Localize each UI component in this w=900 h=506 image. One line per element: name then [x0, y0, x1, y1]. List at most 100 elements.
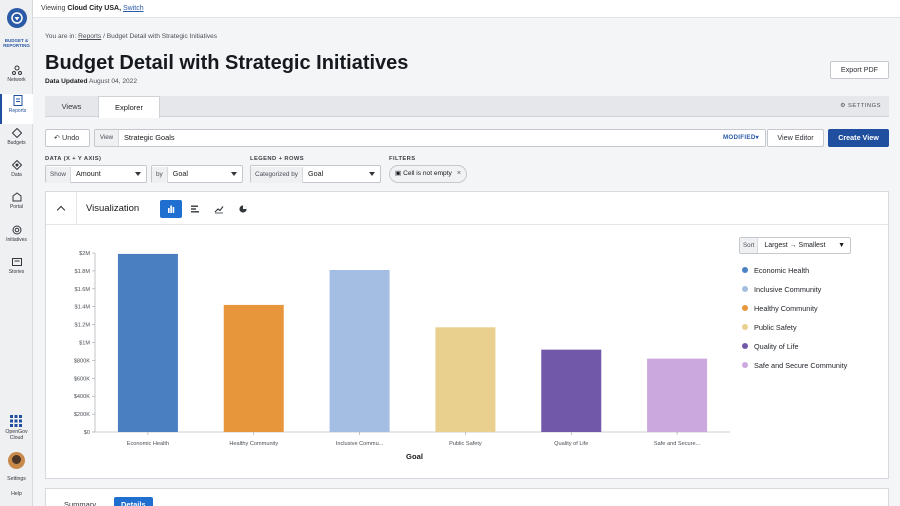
page-title: Budget Detail with Strategic Initiatives — [45, 52, 409, 74]
pie-chart-button[interactable] — [232, 200, 254, 218]
sidebar-item-network[interactable]: Network — [0, 64, 33, 94]
settings-link[interactable]: Settings — [0, 476, 33, 482]
legend-label: Healthy Community — [754, 304, 818, 313]
tab-summary[interactable]: Summary — [64, 497, 96, 506]
tab-explorer[interactable]: Explorer — [98, 96, 160, 118]
collapse-button[interactable] — [46, 192, 77, 225]
y-tick-label: $1.2M — [74, 323, 90, 329]
sort-select[interactable]: Sort Largest → Smallest ▼ — [739, 237, 851, 254]
y-tick-label: $800K — [74, 358, 90, 364]
undo-label: Undo — [62, 133, 80, 142]
by-label: by — [152, 167, 168, 183]
view-selector[interactable]: View Strategic Goals MODIFIED▾ — [94, 129, 766, 147]
table-panel: Summary Details — [45, 488, 889, 506]
visualization-header: Visualization — [46, 192, 888, 225]
undo-button[interactable]: ↶ Undo — [45, 129, 90, 147]
sidebar-item-data[interactable]: Data — [0, 159, 33, 189]
sidebar-item-portal[interactable]: Portal — [0, 191, 33, 221]
x-tick-label: Safe and Secure... — [654, 441, 701, 447]
legend-rows-label: LEGEND + ROWS — [250, 156, 304, 162]
show-select[interactable]: Show Amount — [45, 165, 147, 183]
modified-dropdown[interactable]: MODIFIED▾ — [723, 130, 759, 146]
data-icon — [11, 160, 22, 170]
legend-item[interactable]: Safe and Secure Community — [742, 361, 847, 370]
modified-label: MODIFIED — [722, 134, 756, 141]
sidebar-item-budgets[interactable]: Budgets — [0, 127, 33, 157]
legend-item[interactable]: Healthy Community — [742, 304, 818, 313]
bar-5 — [541, 349, 602, 432]
view-editor-button[interactable]: View Editor — [767, 129, 824, 147]
line-chart-button[interactable] — [208, 200, 230, 218]
opengov-logo-icon[interactable] — [7, 8, 27, 28]
filter-chip[interactable]: ▣ Cell is not empty × — [389, 165, 467, 183]
close-icon[interactable]: × — [457, 166, 461, 182]
tab-views[interactable]: Views — [45, 96, 98, 117]
sidebar-item-reports[interactable]: Reports — [0, 94, 33, 124]
horizontal-bar-icon — [191, 205, 199, 213]
legend-label: Public Safety — [754, 323, 797, 332]
stories-icon — [11, 258, 22, 266]
create-view-button[interactable]: Create View — [828, 129, 889, 147]
sidebar-item-label: Reports — [8, 108, 27, 114]
legend-swatch — [742, 267, 748, 273]
visualization-title: Visualization — [86, 203, 140, 214]
bar-chart-icon — [168, 205, 175, 213]
switch-entity-link[interactable]: Switch — [123, 5, 144, 12]
breadcrumb-separator: / — [103, 33, 105, 40]
viewing-prefix: Viewing — [41, 5, 66, 12]
entity-bar: Viewing Cloud City USA, Switch — [33, 0, 900, 18]
y-tick-label: $200K — [74, 412, 90, 418]
legend-item[interactable]: Economic Health — [742, 266, 809, 275]
bar-chart-button[interactable] — [160, 200, 182, 218]
y-tick-label: $600K — [74, 376, 90, 382]
opengov-cloud-label[interactable]: OpenGov Cloud — [0, 429, 33, 441]
sort-label: Sort — [740, 238, 759, 253]
undo-icon: ↶ — [54, 133, 61, 142]
legend-swatch — [742, 362, 748, 368]
chevron-down-icon — [369, 172, 375, 176]
data-axis-label: DATA (X + Y AXIS) — [45, 156, 102, 162]
legend-label: Inclusive Community — [754, 285, 822, 294]
categorized-label: Categorized by — [251, 167, 303, 183]
help-link[interactable]: Help — [0, 491, 33, 497]
sidebar-item-label: Data — [11, 172, 22, 178]
x-axis-title: Goal — [406, 452, 423, 461]
export-pdf-button[interactable]: Export PDF — [830, 61, 889, 79]
by-select[interactable]: by Goal — [151, 165, 243, 183]
view-value: Strategic Goals — [124, 133, 175, 142]
sidebar-item-label: Initiatives — [6, 237, 27, 243]
legend-swatch — [742, 324, 748, 330]
view-label: View — [95, 130, 119, 146]
legend-item[interactable]: Quality of Life — [742, 342, 799, 351]
chevron-down-icon — [135, 172, 141, 176]
legend-label: Economic Health — [754, 266, 810, 275]
legend-item[interactable]: Inclusive Community — [742, 285, 821, 294]
categorized-select[interactable]: Categorized by Goal — [250, 165, 381, 183]
data-updated: Data Updated August 04, 2022 — [45, 78, 137, 85]
updated-date: August 04, 2022 — [88, 78, 137, 85]
y-tick-label: $0 — [84, 430, 90, 436]
updated-label: Data Updated — [45, 78, 88, 85]
pie-chart-icon — [239, 205, 247, 213]
y-tick-label: $1.6M — [74, 287, 90, 293]
breadcrumb-reports[interactable]: Reports — [78, 33, 101, 40]
breadcrumb-prefix: You are in: — [45, 33, 77, 40]
tab-details[interactable]: Details — [114, 497, 153, 506]
settings-button[interactable]: ⚙ SETTINGS — [840, 103, 881, 109]
filter-chip-label: Cell is not empty — [403, 170, 452, 177]
filters-label: FILTERS — [389, 156, 416, 162]
horizontal-bar-button[interactable] — [184, 200, 206, 218]
filter-icon: ▣ — [395, 170, 402, 177]
sidebar-item-label: Budgets — [7, 140, 26, 146]
view-tabs: Views Explorer ⚙ SETTINGS — [45, 96, 889, 118]
sidebar-item-initiatives[interactable]: Initiatives — [0, 224, 33, 254]
categorized-value: Goal — [307, 169, 324, 178]
sidebar-item-stories[interactable]: Stories — [0, 256, 33, 286]
chevron-down-icon: ▾ — [755, 134, 759, 141]
bar-4 — [435, 327, 496, 432]
x-tick-label: Quality of Life — [554, 441, 588, 447]
legend-swatch — [742, 343, 748, 349]
legend-label: Quality of Life — [754, 342, 799, 351]
legend-item[interactable]: Public Safety — [742, 323, 797, 332]
avatar[interactable] — [8, 452, 25, 469]
